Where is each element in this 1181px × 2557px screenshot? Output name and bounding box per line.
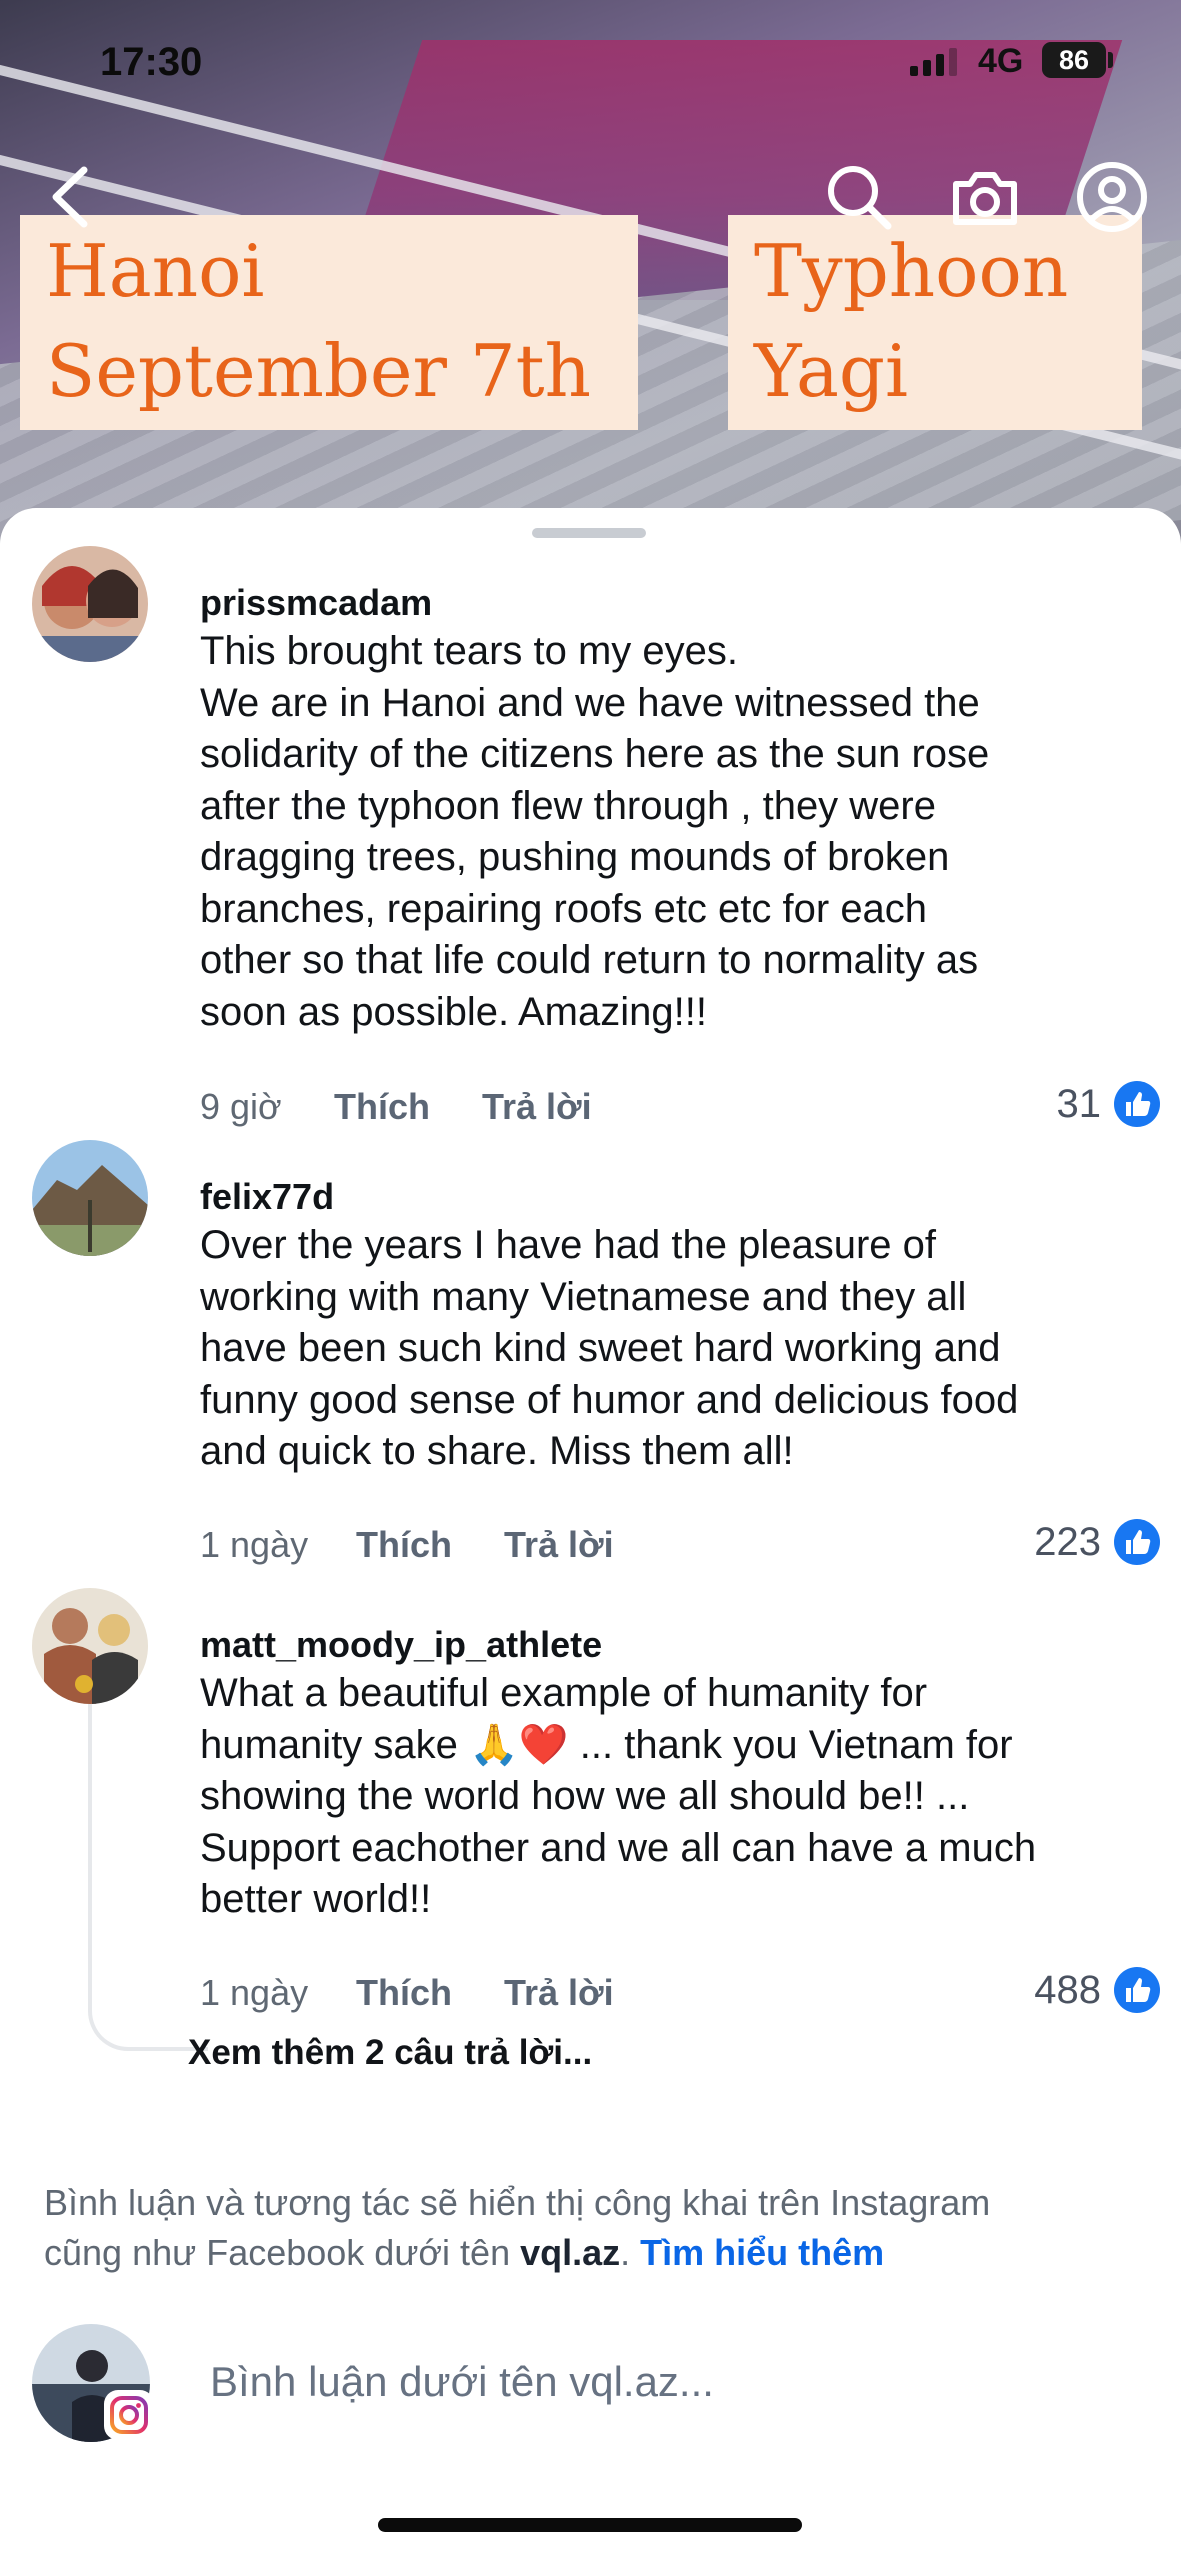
notice-line-2: cũng như Facebook dưới tên vql.az. Tìm h… xyxy=(44,2228,1144,2278)
profile-icon[interactable] xyxy=(1075,160,1149,234)
like-button[interactable]: Thích xyxy=(334,1086,430,1128)
reply-thread-line xyxy=(88,1656,208,2051)
comment-line: We are in Hanoi and we have witnessed th… xyxy=(200,680,980,725)
comment-line: funny good sense of humor and delicious … xyxy=(200,1377,1019,1422)
comment-time: 9 giờ xyxy=(200,1086,282,1127)
thumbs-up-icon xyxy=(1114,1519,1160,1565)
battery-tip xyxy=(1108,52,1113,68)
thumbs-up-icon xyxy=(1114,1081,1160,1127)
reply-button[interactable]: Trả lời xyxy=(482,1086,592,1128)
home-indicator[interactable] xyxy=(378,2518,802,2532)
comment-username[interactable]: matt_moody_ip_athlete xyxy=(200,1624,602,1666)
comment-time: 1 ngày xyxy=(200,1972,309,2013)
search-icon[interactable] xyxy=(822,160,896,234)
like-count-group[interactable]: 488 xyxy=(1034,1966,1161,2014)
comments-sheet: prissmcadam This brought tears to my eye… xyxy=(0,508,1181,2557)
comment-line: showing the world how we all should be!!… xyxy=(200,1774,970,1818)
comment-text: Over the years I have had the pleasure o… xyxy=(200,1220,1130,1478)
public-notice: Bình luận và tương tác sẽ hiển thị công … xyxy=(44,2178,1144,2278)
comment-line: humanity sake 🙏❤️ ... thank you Vietnam … xyxy=(200,1722,1013,1767)
comment-time: 1 ngày xyxy=(200,1524,309,1565)
comment-input[interactable]: Bình luận dưới tên vql.az... xyxy=(210,2358,714,2406)
comment-line: soon as possible. Amazing!!! xyxy=(200,989,707,1034)
comment-username[interactable]: prissmcadam xyxy=(200,582,432,624)
like-button[interactable]: Thích xyxy=(356,1972,452,2014)
view-more-replies-button[interactable]: Xem thêm 2 câu trả lời... xyxy=(188,2033,592,2073)
caption-typhoon: Typhoon Yagi xyxy=(728,215,1142,430)
comment-line: branches, repairing roofs etc etc for ea… xyxy=(200,886,928,931)
thumbs-up-icon xyxy=(1114,1967,1160,2013)
avatar[interactable] xyxy=(32,1140,148,1256)
notice-separator: . xyxy=(620,2232,641,2273)
notice-text: cũng như Facebook dưới tên xyxy=(44,2232,521,2273)
network-type: 4G xyxy=(978,42,1024,80)
battery-icon: 86 xyxy=(1042,42,1106,78)
comment-line: other so that life could return to norma… xyxy=(200,938,979,982)
like-count-group[interactable]: 223 xyxy=(1034,1518,1161,1566)
caption-line: Yagi xyxy=(754,329,908,413)
comment-meta: 1 ngày Thích Trả lời xyxy=(200,1524,666,1566)
comment-meta: 9 giờ Thích Trả lời xyxy=(200,1086,644,1128)
reply-button[interactable]: Trả lời xyxy=(504,1524,614,1566)
status-bar: 17:30 4G 86 xyxy=(0,0,1181,130)
cellular-signal-icon xyxy=(910,46,957,76)
comment-line: This brought tears to my eyes. xyxy=(200,629,739,673)
comment-line: better world!! xyxy=(200,1877,432,1921)
like-count-group[interactable]: 31 xyxy=(1057,1080,1162,1128)
notice-line-1: Bình luận và tương tác sẽ hiển thị công … xyxy=(44,2182,991,2223)
instagram-icon xyxy=(104,2390,154,2440)
camera-icon[interactable] xyxy=(948,160,1022,234)
reply-button[interactable]: Trả lời xyxy=(504,1972,614,2014)
comment-line: dragging trees, pushing mounds of broken xyxy=(200,835,950,879)
comment-line: have been such kind sweet hard working a… xyxy=(200,1326,1001,1370)
comment-text: What a beautiful example of humanity for… xyxy=(200,1668,1130,1926)
status-time: 17:30 xyxy=(100,40,203,84)
comment-line: working with many Vietnamese and they al… xyxy=(200,1274,967,1319)
comment-meta: 1 ngày Thích Trả lời xyxy=(200,1972,666,2014)
sheet-grabber[interactable] xyxy=(532,528,646,538)
notice-account: vql.az xyxy=(520,2232,621,2273)
comment-line: Support eachother and we all can have a … xyxy=(200,1825,1037,1870)
comment-line: What a beautiful example of humanity for xyxy=(200,1671,928,1715)
learn-more-link[interactable]: Tìm hiểu thêm xyxy=(640,2232,884,2273)
like-count: 488 xyxy=(1034,1967,1101,2012)
caption-location-date: Hanoi September 7th xyxy=(20,215,638,430)
comment-line: Over the years I have had the pleasure o… xyxy=(200,1223,936,1267)
like-button[interactable]: Thích xyxy=(356,1524,452,1566)
comment-line: solidarity of the citizens here as the s… xyxy=(200,732,990,776)
caption-line: September 7th xyxy=(46,329,591,413)
comment-username[interactable]: felix77d xyxy=(200,1176,334,1218)
back-icon[interactable] xyxy=(36,160,110,234)
comment-line: and quick to share. Miss them all! xyxy=(200,1429,794,1473)
like-count: 223 xyxy=(1034,1519,1101,1564)
caption-line: Hanoi xyxy=(46,229,265,313)
comment-text: This brought tears to my eyes. We are in… xyxy=(200,626,1130,1038)
avatar[interactable] xyxy=(32,546,148,662)
like-count: 31 xyxy=(1056,1081,1102,1126)
avatar[interactable] xyxy=(32,1588,148,1704)
caption-line: Typhoon xyxy=(754,229,1069,313)
comment-line: after the typhoon flew through , they we… xyxy=(200,783,936,828)
